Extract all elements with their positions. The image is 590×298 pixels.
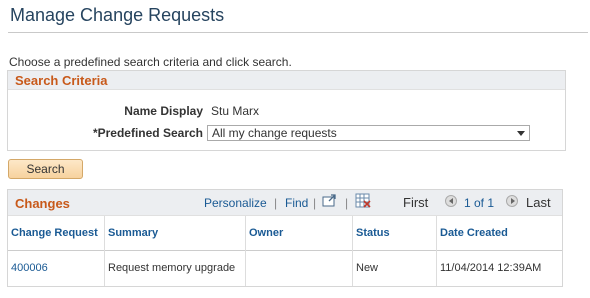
row-range: 1 of 1 [464,196,495,210]
predefined-search-label: *Predefined Search [92,126,203,140]
search-criteria-section: Search Criteria Name Display Stu Marx *P… [7,70,566,151]
name-display-value: Stu Marx [211,104,260,118]
column-header-change-request[interactable]: Change Request [8,216,104,250]
next-icon[interactable] [506,195,518,207]
personalize-link[interactable]: Personalize [204,196,267,210]
new-window-icon[interactable] [322,194,338,211]
column-header-status[interactable]: Status [352,216,436,250]
title-divider [8,32,588,33]
predefined-search-selected: All my change requests [212,126,337,140]
last-label: Last [526,195,551,210]
toolbar-separator: | [345,196,349,210]
find-link[interactable]: Find [285,196,308,210]
first-label: First [403,195,429,210]
download-spreadsheet-icon[interactable] [355,193,371,212]
chevron-down-icon[interactable] [517,131,525,136]
owner-cell [245,250,352,286]
column-header-owner[interactable]: Owner [245,216,352,250]
column-header-row: Change Request Summary Owner Status Date… [8,215,562,251]
search-button[interactable]: Search [8,159,83,179]
grid-title: Changes [15,196,70,211]
toolbar-separator: | [274,196,278,210]
page-title: Manage Change Requests [10,5,225,25]
instructions-text: Choose a predefined search criteria and … [9,55,292,69]
search-criteria-header: Search Criteria [8,71,565,90]
status-cell: New [352,250,436,286]
predefined-search-select[interactable]: All my change requests [207,125,530,141]
change-request-link[interactable]: 400006 [11,262,48,275]
table-row: 400006 Request memory upgrade New 11/04/… [8,250,562,286]
date-created-cell: 11/04/2014 12:39AM [436,250,562,286]
name-display-label: Name Display [124,104,203,118]
summary-cell: Request memory upgrade [104,250,245,286]
toolbar-separator: | [313,196,317,210]
column-header-date-created[interactable]: Date Created [436,216,562,250]
changes-grid: Changes Personalize | Find | | First 1 o… [7,189,563,287]
previous-icon[interactable] [445,195,457,207]
change-request-cell: 400006 [8,250,104,286]
grid-header: Changes Personalize | Find | | First 1 o… [8,190,562,215]
column-header-summary[interactable]: Summary [104,216,245,250]
